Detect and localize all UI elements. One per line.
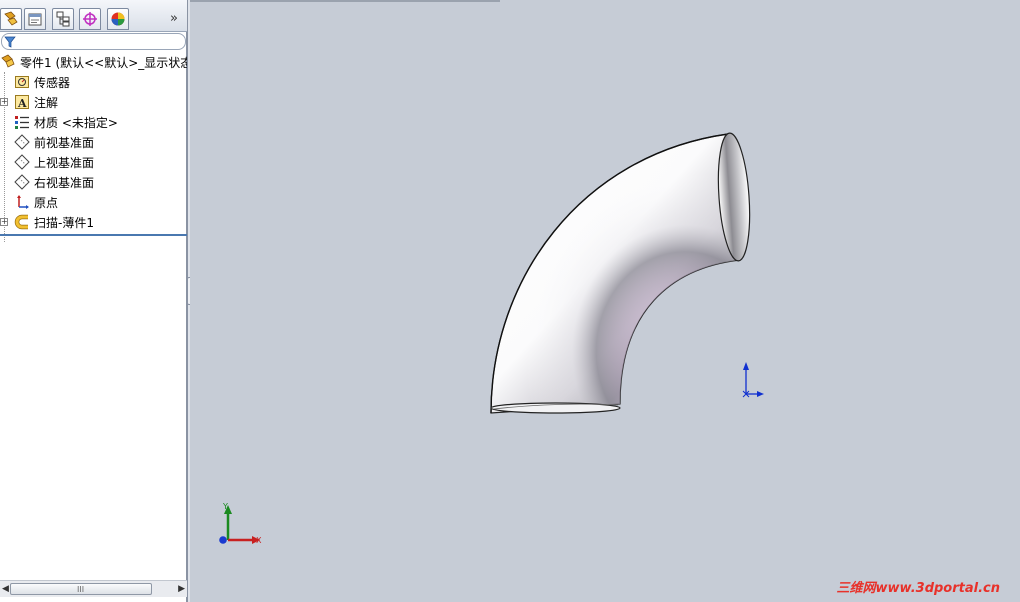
sensor-icon: [14, 74, 30, 90]
tree-item-label: 上视基准面: [34, 155, 95, 170]
part-icon: [0, 54, 16, 70]
svg-text:A: A: [17, 97, 27, 110]
tree-children: 传感器 + A 注解 材质 <未指定> 前视基准面 上视基准面 右视基准面 原点…: [0, 72, 187, 242]
reference-triad[interactable]: Y X: [214, 500, 274, 552]
tab-overflow-button[interactable]: »: [170, 11, 178, 26]
tree-item-label: 扫描-薄件1: [34, 215, 94, 230]
tree-item-top-plane[interactable]: 上视基准面: [0, 152, 187, 172]
tab-dimxpert[interactable]: [79, 8, 101, 30]
triad-y-label: Y: [222, 502, 228, 511]
feature-manager-icon: [4, 11, 18, 26]
property-manager-icon: [28, 13, 42, 26]
tree-horizontal-scrollbar[interactable]: ◀ III ▶: [0, 580, 187, 597]
feature-manager-panel: » 零件1 (默认<<默认>_显示状态 传感器 + A 注解 材质 <未指定>: [0, 0, 187, 602]
annotation-icon: A: [14, 94, 30, 110]
triad-x-label: X: [256, 536, 262, 545]
plane-icon: [14, 134, 30, 150]
tree-item-label: 传感器: [34, 75, 71, 90]
tree-item-label: 原点: [34, 195, 59, 210]
pipe-elbow-model[interactable]: [190, 0, 1020, 602]
tree-item-sensors[interactable]: 传感器: [0, 72, 187, 92]
scrollbar-thumb[interactable]: III: [10, 583, 152, 595]
filter-icon: [4, 36, 16, 48]
plane-icon: [14, 154, 30, 170]
tree-item-label: 材质 <未指定>: [34, 115, 118, 130]
panel-tab-strip: »: [0, 0, 187, 32]
tab-property-manager[interactable]: [24, 8, 46, 30]
plane-icon: [14, 174, 30, 190]
expand-toggle[interactable]: +: [0, 98, 8, 106]
triad-z-axis: [219, 536, 227, 544]
tree-root-label: 零件1 (默认<<默认>_显示状态: [20, 55, 187, 70]
tree-item-label: 注解: [34, 95, 59, 110]
configuration-manager-icon: [56, 11, 70, 27]
dimxpert-icon: [83, 12, 97, 26]
feature-tree: 零件1 (默认<<默认>_显示状态 传感器 + A 注解 材质 <未指定> 前视…: [0, 52, 187, 242]
scrollbar-grip: III: [77, 585, 85, 594]
origin-icon: [14, 194, 30, 210]
tree-item-sweep-thin[interactable]: + 扫描-薄件1: [0, 212, 187, 232]
tree-filter-input[interactable]: [1, 33, 186, 50]
tree-item-material[interactable]: 材质 <未指定>: [0, 112, 187, 132]
tree-rollback-bar[interactable]: [0, 234, 187, 236]
tree-item-front-plane[interactable]: 前视基准面: [0, 132, 187, 152]
tab-configuration-manager[interactable]: [52, 8, 74, 30]
origin-marker-icon: [742, 362, 764, 398]
expand-toggle[interactable]: +: [0, 218, 8, 226]
tree-item-origin[interactable]: 原点: [0, 192, 187, 212]
tree-item-annotations[interactable]: + A 注解: [0, 92, 187, 112]
graphics-viewport[interactable]: Y X 三维网www.3dportal.cn: [190, 0, 1020, 602]
scroll-left-icon[interactable]: ◀: [2, 584, 9, 594]
tree-item-right-plane[interactable]: 右视基准面: [0, 172, 187, 192]
tree-root-part[interactable]: 零件1 (默认<<默认>_显示状态: [0, 52, 187, 72]
tab-feature-manager[interactable]: [0, 8, 22, 30]
scroll-right-icon[interactable]: ▶: [178, 584, 185, 594]
watermark-text: 三维网www.3dportal.cn: [836, 581, 1000, 596]
tab-display-manager[interactable]: [107, 8, 129, 30]
tree-item-label: 右视基准面: [34, 175, 95, 190]
tree-item-label: 前视基准面: [34, 135, 95, 150]
display-manager-icon: [111, 12, 125, 26]
material-icon: [14, 114, 30, 130]
sweep-thin-icon: [14, 214, 30, 230]
